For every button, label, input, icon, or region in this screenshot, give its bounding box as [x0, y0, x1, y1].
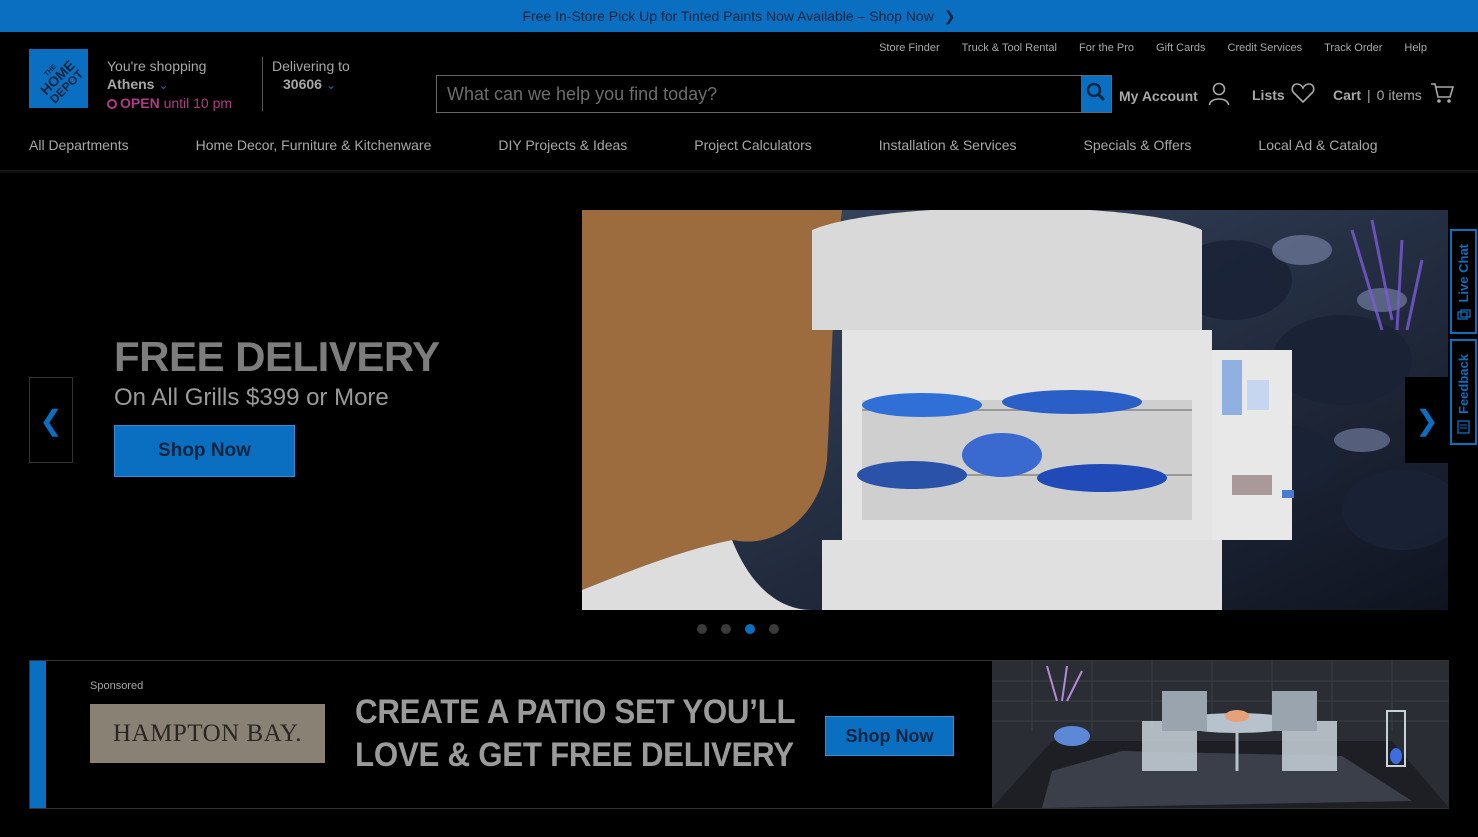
ad-headline-line1: CREATE A PATIO SET YOU’LL	[355, 693, 796, 731]
nav-installation-services[interactable]: Installation & Services	[879, 137, 1017, 153]
nav-project-calculators[interactable]: Project Calculators	[694, 137, 812, 153]
hero-text: FREE DELIVERY On All Grills $399 or More…	[114, 332, 440, 477]
nav-all-departments[interactable]: All Departments	[29, 137, 129, 153]
hero-grill-image[interactable]	[582, 210, 1448, 610]
carousel-dot-3[interactable]	[745, 624, 755, 634]
utility-link-for-the-pro[interactable]: For the Pro	[1079, 42, 1134, 54]
cart-label: Cart	[1333, 86, 1362, 103]
store-selector[interactable]: You're shopping Athens ⌄ OPEN until 10 pm	[107, 57, 232, 112]
chevron-down-icon[interactable]: ⌄	[326, 76, 336, 94]
utility-link-store-finder[interactable]: Store Finder	[879, 42, 940, 54]
hampton-bay-logo[interactable]: HAMPTON BAY.	[90, 704, 325, 763]
search-bar: What can we help you find today?	[436, 75, 1112, 113]
store-city[interactable]: Athens	[107, 76, 154, 92]
heart-icon	[1291, 82, 1315, 107]
store-label: You're shopping	[107, 58, 207, 74]
delivery-zip[interactable]: 30606	[283, 76, 322, 92]
utility-link-gift-cards[interactable]: Gift Cards	[1156, 42, 1206, 54]
cart-separator: |	[1367, 86, 1371, 103]
chevron-down-icon[interactable]: ⌄	[158, 76, 168, 94]
utility-link-truck-tool-rental[interactable]: Truck & Tool Rental	[962, 42, 1057, 54]
utility-link-credit-services[interactable]: Credit Services	[1228, 42, 1303, 54]
delivery-selector[interactable]: Delivering to 30606 ⌄	[272, 57, 350, 94]
header-divider	[262, 57, 263, 111]
carousel-dot-4[interactable]	[769, 624, 779, 634]
nav-local-ad-catalog[interactable]: Local Ad & Catalog	[1258, 137, 1377, 153]
lists-label: Lists	[1252, 86, 1285, 103]
my-account-link[interactable]: My Account	[1119, 82, 1230, 109]
header: THE HOME DEPOT You're shopping Athens ⌄ O…	[0, 32, 1478, 171]
nav-specials-offers[interactable]: Specials & Offers	[1084, 137, 1192, 153]
utility-links: Store Finder Truck & Tool Rental For the…	[879, 42, 1427, 54]
carousel-dot-2[interactable]	[721, 624, 731, 634]
hero-shop-now-button[interactable]: Shop Now	[114, 425, 295, 477]
live-chat-tab[interactable]: Live Chat	[1450, 229, 1477, 334]
chevron-right-icon: ❯	[943, 7, 956, 24]
cart-icon	[1430, 82, 1454, 107]
live-chat-label: Live Chat	[1456, 244, 1471, 303]
chevron-left-icon: ❮	[39, 404, 63, 436]
chat-icon	[1456, 309, 1471, 326]
lists-link[interactable]: Lists	[1252, 82, 1315, 107]
search-button[interactable]	[1081, 76, 1111, 112]
carousel-prev-button[interactable]: ❮	[29, 377, 73, 463]
ad-headline-line2: LOVE & GET FREE DELIVERY	[355, 736, 794, 774]
carousel-dot-1[interactable]	[697, 624, 707, 634]
user-icon	[1208, 82, 1230, 109]
carousel-next-button[interactable]: ❯	[1405, 377, 1449, 463]
hero-title: FREE DELIVERY	[114, 333, 440, 380]
main-nav: All Departments Home Decor, Furniture & …	[29, 137, 1378, 153]
cart-link[interactable]: Cart | 0 items	[1333, 82, 1454, 107]
open-status-icon	[107, 99, 117, 109]
utility-link-track-order[interactable]: Track Order	[1324, 42, 1382, 54]
patio-set-image[interactable]	[992, 661, 1449, 808]
search-icon	[1086, 82, 1106, 107]
ad-shop-now-button[interactable]: Shop Now	[825, 716, 954, 756]
delivery-label: Delivering to	[272, 58, 350, 74]
account-label: My Account	[1119, 87, 1198, 104]
carousel-dots	[697, 624, 779, 634]
feedback-icon	[1456, 420, 1471, 437]
header-shadow	[0, 170, 1478, 174]
feedback-label: Feedback	[1456, 354, 1471, 414]
ad-headline: CREATE A PATIO SET YOU’LL LOVE & GET FRE…	[355, 691, 796, 777]
sponsored-label: Sponsored	[90, 680, 144, 692]
store-status: OPEN	[120, 95, 160, 111]
cart-count: 0 items	[1376, 86, 1422, 103]
promo-banner[interactable]: Free In-Store Pick Up for Tinted Paints …	[0, 0, 1478, 32]
ad-accent-stripe	[30, 661, 46, 808]
hero-subtitle: On All Grills $399 or More	[114, 384, 389, 411]
nav-home-decor[interactable]: Home Decor, Furniture & Kitchenware	[196, 137, 432, 153]
search-input[interactable]: What can we help you find today?	[437, 76, 1081, 112]
home-depot-logo[interactable]: THE HOME DEPOT	[29, 49, 88, 108]
store-hours: until 10 pm	[163, 95, 233, 111]
sponsored-ad[interactable]: Sponsored HAMPTON BAY. CREATE A PATIO SE…	[29, 660, 1449, 809]
nav-diy-projects[interactable]: DIY Projects & Ideas	[498, 137, 627, 153]
utility-link-help[interactable]: Help	[1404, 42, 1427, 54]
feedback-tab[interactable]: Feedback	[1450, 339, 1477, 445]
promo-text[interactable]: Free In-Store Pick Up for Tinted Paints …	[522, 8, 933, 24]
chevron-right-icon: ❯	[1415, 404, 1439, 436]
